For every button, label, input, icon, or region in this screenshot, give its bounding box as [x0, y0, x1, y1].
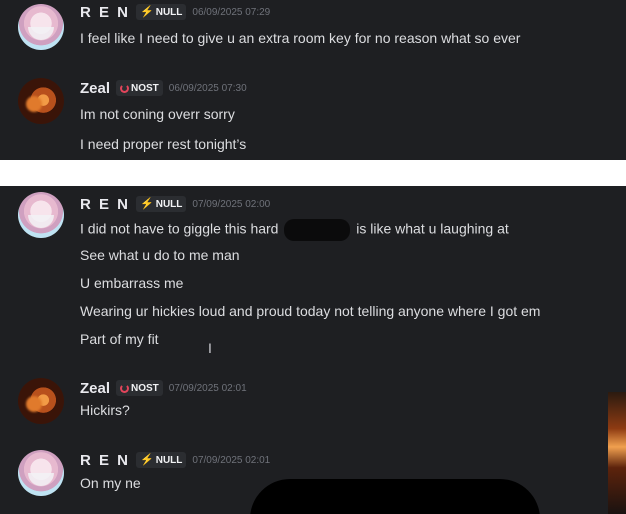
server-tag[interactable]: NOST: [116, 380, 163, 396]
server-tag-label: NULL: [155, 198, 183, 210]
server-tag-label: NOST: [131, 82, 159, 94]
timestamp: 07/09/2025 02:01: [168, 382, 247, 394]
message-header: R E N ⚡ NULL 06/09/2025 07:29: [80, 2, 270, 22]
username[interactable]: R E N: [80, 452, 130, 469]
message-text-part: I did not have to giggle this hard: [80, 220, 279, 237]
username[interactable]: Zeal: [80, 380, 110, 397]
message-text: I feel like I need to give u an extra ro…: [80, 30, 521, 46]
message-header: Zeal NOST 06/09/2025 07:30: [80, 78, 247, 98]
message-header: Zeal NOST 07/09/2025 02:01: [80, 378, 247, 398]
timestamp: 07/09/2025 02:00: [192, 198, 271, 210]
message-text: I did not have to giggle this hard is li…: [80, 219, 509, 241]
timestamp: 06/09/2025 07:30: [168, 82, 247, 94]
screenshot-gap: [0, 160, 626, 186]
server-tag-label: NULL: [155, 454, 183, 466]
lightning-icon: ⚡: [140, 453, 154, 466]
redaction-mark: [284, 219, 351, 241]
message-text-part: is like what u laughing at: [356, 220, 509, 237]
username[interactable]: R E N: [80, 196, 130, 213]
server-tag-label: NOST: [131, 382, 159, 394]
message-text: On my ne: [80, 475, 141, 491]
message-text: See what u do to me man: [80, 247, 240, 263]
chat-panel-1: R E N ⚡ NULL 06/09/2025 07:29 I feel lik…: [0, 0, 626, 160]
server-tag[interactable]: ⚡ NULL: [136, 452, 187, 468]
message-text: U embarrass me: [80, 275, 184, 291]
username[interactable]: Zeal: [80, 80, 110, 97]
avatar[interactable]: [18, 378, 64, 424]
server-tag-label: NULL: [155, 6, 183, 18]
server-tag[interactable]: ⚡ NULL: [136, 4, 187, 20]
avatar[interactable]: [18, 4, 64, 50]
lightning-icon: ⚡: [140, 197, 154, 210]
server-tag[interactable]: NOST: [116, 80, 163, 96]
message-text: I need proper rest tonight’s: [80, 136, 247, 152]
chat-panel-2: R E N ⚡ NULL 07/09/2025 02:00 I did not …: [0, 186, 626, 514]
moon-icon: [120, 383, 130, 393]
timestamp: 07/09/2025 02:01: [192, 454, 271, 466]
timestamp: 06/09/2025 07:29: [192, 6, 271, 18]
server-tag[interactable]: ⚡ NULL: [136, 196, 187, 212]
moon-icon: [120, 83, 130, 93]
message-text: Wearing ur hickies loud and proud today …: [80, 303, 541, 319]
lightning-icon: ⚡: [140, 5, 154, 18]
message-text: Hickirs?: [80, 402, 130, 418]
avatar[interactable]: [18, 78, 64, 124]
username[interactable]: R E N: [80, 4, 130, 21]
text-cursor-icon: I: [208, 340, 212, 356]
message-text: Im not coning overr sorry: [80, 106, 235, 122]
avatar[interactable]: [18, 192, 64, 238]
avatar[interactable]: [18, 450, 64, 496]
redaction-overlay: [250, 479, 540, 514]
background-image-strip: [608, 392, 626, 514]
message-text: Part of my fit: [80, 331, 159, 347]
message-header: R E N ⚡ NULL 07/09/2025 02:00: [80, 194, 270, 214]
message-header: R E N ⚡ NULL 07/09/2025 02:01: [80, 450, 270, 470]
